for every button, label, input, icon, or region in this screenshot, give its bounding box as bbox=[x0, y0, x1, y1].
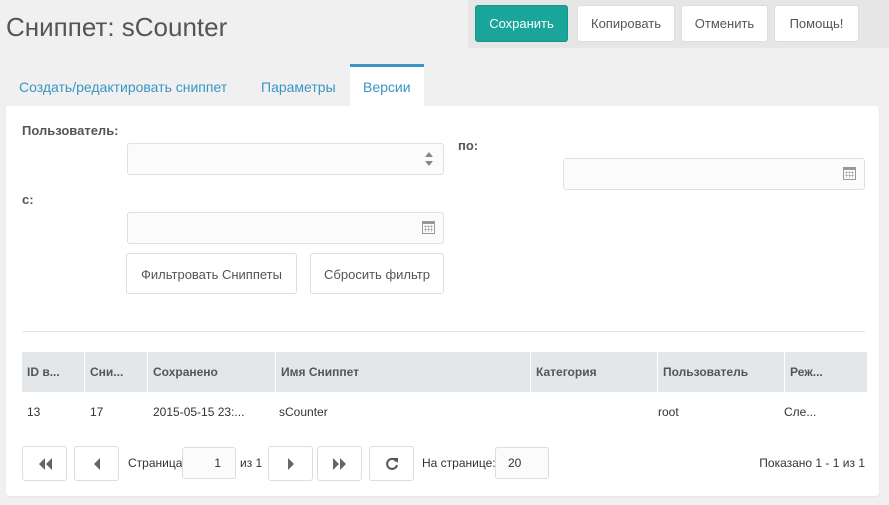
column-header-snippet-id[interactable]: Сни... bbox=[85, 352, 148, 392]
next-page-button[interactable] bbox=[268, 446, 313, 481]
per-page-input[interactable]: 20 bbox=[495, 447, 549, 479]
per-page-label: На странице: bbox=[422, 456, 496, 470]
copy-button[interactable]: Копировать bbox=[577, 5, 675, 42]
column-header-snippet-name[interactable]: Имя Сниппет bbox=[276, 352, 531, 392]
reset-filter-button[interactable]: Сбросить фильтр bbox=[310, 253, 444, 294]
tab-edit-snippet[interactable]: Создать/редактировать сниппет bbox=[6, 64, 240, 106]
user-label: Пользователь: bbox=[22, 123, 119, 138]
column-header-saved[interactable]: Сохранено bbox=[148, 352, 276, 392]
cell-snippet-id: 17 bbox=[90, 405, 104, 419]
column-header-mode[interactable]: Реж... bbox=[785, 352, 867, 392]
first-page-button[interactable] bbox=[22, 446, 67, 481]
user-select[interactable] bbox=[127, 143, 444, 175]
column-header-category[interactable]: Категория bbox=[531, 352, 658, 392]
prev-page-button[interactable] bbox=[74, 446, 119, 481]
last-page-button[interactable] bbox=[317, 446, 362, 481]
divider bbox=[22, 331, 865, 332]
cell-saved: 2015-05-15 23:... bbox=[153, 405, 245, 419]
shown-count: Показано 1 - 1 из 1 bbox=[759, 456, 865, 470]
cell-version-id: 13 bbox=[27, 405, 41, 419]
page-title: Сниппет: sCounter bbox=[6, 12, 228, 42]
page-count-label: из 1 bbox=[240, 456, 263, 470]
chevron-left-icon bbox=[93, 458, 100, 470]
refresh-button[interactable] bbox=[369, 446, 414, 481]
action-bar: Сохранить Копировать Отменить Помощь! bbox=[468, 0, 889, 48]
save-button[interactable]: Сохранить bbox=[475, 5, 568, 42]
page-number-input[interactable]: 1 bbox=[182, 447, 236, 479]
grid-header: ID в... Сни... Сохранено Имя Сниппет Кат… bbox=[22, 352, 867, 392]
refresh-icon bbox=[385, 457, 398, 470]
chevron-right-icon bbox=[287, 458, 294, 470]
page-label: Страница bbox=[128, 456, 183, 470]
cell-mode: Сле... bbox=[784, 405, 817, 419]
column-header-user[interactable]: Пользователь bbox=[658, 352, 785, 392]
tab-versions[interactable]: Версии bbox=[350, 64, 424, 106]
versions-panel: Пользователь: по: с: Фильтровать Сниппет… bbox=[6, 106, 879, 496]
filter-snippets-button[interactable]: Фильтровать Сниппеты bbox=[126, 253, 297, 294]
cell-snippet-name: sCounter bbox=[279, 405, 328, 419]
calendar-icon[interactable] bbox=[422, 221, 435, 234]
from-date-field[interactable] bbox=[127, 212, 444, 244]
double-chevron-left-icon bbox=[38, 458, 52, 470]
from-label: с: bbox=[22, 192, 34, 207]
column-header-version-id[interactable]: ID в... bbox=[22, 352, 85, 392]
pagination: Страница 1 из 1 На странице: 20 Показано… bbox=[22, 446, 867, 486]
to-label: по: bbox=[458, 138, 479, 153]
select-arrows-icon bbox=[425, 152, 433, 166]
double-chevron-right-icon bbox=[332, 458, 346, 470]
cancel-button[interactable]: Отменить bbox=[681, 5, 768, 42]
to-date-field[interactable] bbox=[563, 158, 865, 190]
cell-category bbox=[531, 392, 658, 432]
cell-user: root bbox=[658, 405, 679, 419]
help-button[interactable]: Помощь! bbox=[774, 5, 859, 42]
calendar-icon[interactable] bbox=[843, 167, 856, 180]
tab-parameters[interactable]: Параметры bbox=[248, 64, 349, 106]
